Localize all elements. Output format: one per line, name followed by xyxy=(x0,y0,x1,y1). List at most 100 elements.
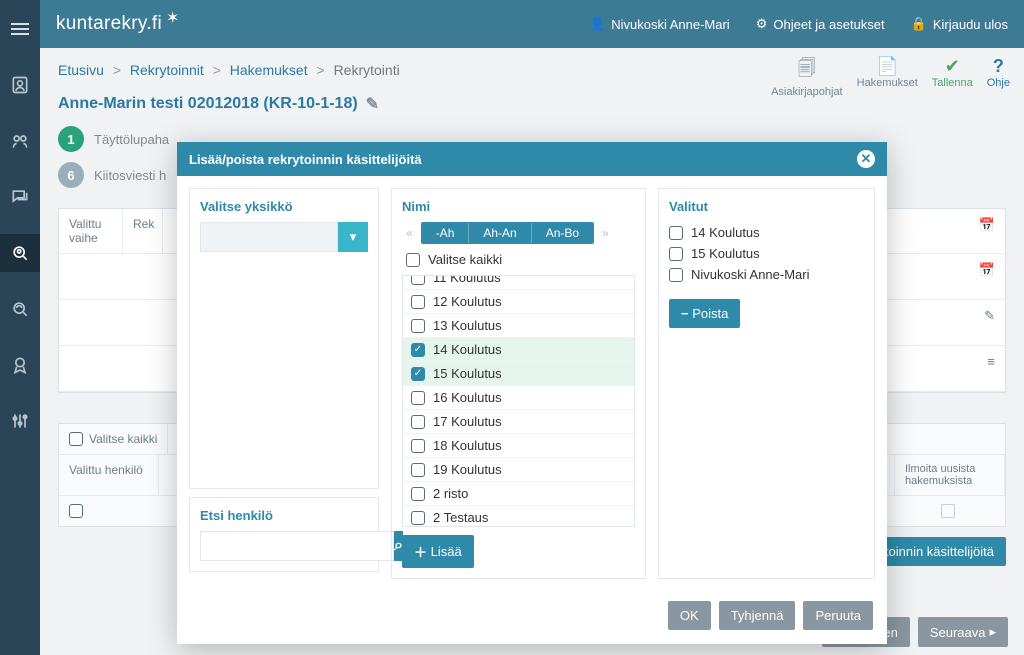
people-row-checkbox[interactable] xyxy=(411,343,425,357)
selected-row[interactable]: 15 Koulutus xyxy=(669,243,864,264)
people-row-checkbox[interactable] xyxy=(411,415,425,429)
people-row[interactable]: 19 Koulutus xyxy=(403,458,634,482)
add-button-label: Lisää xyxy=(431,544,462,559)
select-all-people-checkbox[interactable] xyxy=(406,253,420,267)
pager-segments[interactable]: -Ah Ah-An An-Bo xyxy=(421,222,594,244)
selected-row-label: Nivukoski Anne-Mari xyxy=(691,267,810,282)
people-row[interactable]: 15 Koulutus xyxy=(403,362,634,386)
people-row[interactable]: 18 Koulutus xyxy=(403,434,634,458)
people-row-label: 19 Koulutus xyxy=(433,462,502,477)
remove-button-label: Poista xyxy=(692,306,728,321)
selected-row-checkbox[interactable] xyxy=(669,247,683,261)
sidebar-award-icon[interactable] xyxy=(0,346,40,384)
search-input[interactable] xyxy=(200,531,394,561)
next-button[interactable]: Seuraava ▸ xyxy=(918,617,1008,647)
people-row-checkbox[interactable] xyxy=(411,275,425,285)
modal-header: Lisää/poista rekrytoinnin käsittelijöitä… xyxy=(177,142,887,176)
unit-select-field[interactable] xyxy=(200,222,338,252)
people-row-checkbox[interactable] xyxy=(411,463,425,477)
pager-prev-icon[interactable]: « xyxy=(402,226,417,240)
tool-save[interactable]: ✔ Tallenna xyxy=(932,56,973,98)
selected-row-checkbox[interactable] xyxy=(669,268,683,282)
pager-seg-1[interactable]: Ah-An xyxy=(469,223,531,243)
selected-row-checkbox[interactable] xyxy=(669,226,683,240)
people-row-checkbox[interactable] xyxy=(411,511,425,525)
people-row[interactable]: 2 Testaus xyxy=(403,506,634,527)
pager-seg-0[interactable]: -Ah xyxy=(422,223,470,243)
add-remove-processors-modal: Lisää/poista rekrytoinnin käsittelijöitä… xyxy=(177,142,887,644)
people-row-label: 12 Koulutus xyxy=(433,294,502,309)
unit-select-caret-icon[interactable] xyxy=(338,222,368,252)
pager: « -Ah Ah-An An-Bo » xyxy=(402,222,635,244)
clear-button[interactable]: Tyhjennä xyxy=(719,601,796,630)
tool-applications[interactable]: 📄 Hakemukset xyxy=(857,56,918,98)
user-icon: 👤 xyxy=(589,16,605,32)
ok-button[interactable]: OK xyxy=(668,601,711,630)
select-all-label: Valitse kaikki xyxy=(89,432,157,446)
people-row-checkbox[interactable] xyxy=(411,319,425,333)
people-row-label: 16 Koulutus xyxy=(433,390,502,405)
edit-title-icon[interactable] xyxy=(366,94,379,114)
people-checklist[interactable]: 11 Koulutus 12 Koulutus 13 Koulutus14 Koul… xyxy=(402,275,635,527)
people-row-checkbox[interactable] xyxy=(411,367,425,381)
select-all-checkbox[interactable] xyxy=(69,432,83,446)
sidebar-people-icon[interactable] xyxy=(0,122,40,160)
modal-title: Lisää/poista rekrytoinnin käsittelijöitä xyxy=(189,152,422,167)
step-1-badge: 1 xyxy=(58,126,84,152)
calendar-icon-2[interactable]: 📅 xyxy=(969,254,1005,299)
tool-help-label: Ohje xyxy=(987,77,1010,89)
people-row[interactable]: 14 Koulutus xyxy=(403,338,634,362)
topnav-user-label: Nivukoski Anne-Mari xyxy=(611,17,730,32)
sidebar-search-person-icon[interactable] xyxy=(0,234,40,272)
tool-templates[interactable]: 🗐 Asiakirjapohjat xyxy=(771,56,843,98)
people-row[interactable]: 12 Koulutus xyxy=(403,290,634,314)
plus-icon xyxy=(414,542,427,561)
modal-close-icon[interactable]: ✕ xyxy=(857,150,875,168)
next-label: Seuraava xyxy=(930,625,986,640)
list-row-icon[interactable]: ≡ xyxy=(977,346,1005,391)
tool-help[interactable]: ? Ohje xyxy=(987,56,1010,98)
add-button[interactable]: Lisää xyxy=(402,535,474,568)
people-row[interactable]: 2 risto xyxy=(403,482,634,506)
cancel-button[interactable]: Peruuta xyxy=(803,601,873,630)
calendar-icon[interactable]: 📅 xyxy=(969,209,1005,253)
breadcrumb-applications[interactable]: Hakemukset xyxy=(230,62,308,78)
sidebar-profile-icon[interactable] xyxy=(0,66,40,104)
selected-row[interactable]: 14 Koulutus xyxy=(669,222,864,243)
pencil-row-icon[interactable]: ✎ xyxy=(974,300,1005,345)
page-toolbar: 🗐 Asiakirjapohjat 📄 Hakemukset ✔ Tallenn… xyxy=(771,56,1010,98)
col-unit: Valitse yksikkö Etsi henkilö xyxy=(189,188,379,579)
sidebar-search-refresh-icon[interactable] xyxy=(0,290,40,328)
documents-icon: 🗐 xyxy=(771,56,843,86)
selected-row[interactable]: Nivukoski Anne-Mari xyxy=(669,264,864,285)
sidebar-chat-icon[interactable] xyxy=(0,178,40,216)
nimi-section-title: Nimi xyxy=(402,199,635,214)
notify-checkbox[interactable] xyxy=(941,504,955,518)
people-row[interactable]: 17 Koulutus xyxy=(403,410,634,434)
breadcrumb-recruitments[interactable]: Rekrytoinnit xyxy=(130,62,204,78)
topnav-user[interactable]: 👤 Nivukoski Anne-Mari xyxy=(589,16,730,32)
people-row-label: 18 Koulutus xyxy=(433,438,502,453)
people-row[interactable]: 11 Koulutus xyxy=(403,275,634,290)
pager-seg-2[interactable]: An-Bo xyxy=(532,223,593,243)
hamburger-icon[interactable] xyxy=(0,10,40,48)
people-row-checkbox[interactable] xyxy=(411,487,425,501)
sidebar-sliders-icon[interactable] xyxy=(0,402,40,440)
pager-next-icon[interactable]: » xyxy=(598,226,613,240)
people-row[interactable]: 16 Koulutus xyxy=(403,386,634,410)
brand-logo[interactable]: kuntarekry.fi ✶ xyxy=(56,13,180,35)
breadcrumb-home[interactable]: Etusivu xyxy=(58,62,104,78)
people-row-checkbox[interactable] xyxy=(411,391,425,405)
step-6-badge: 6 xyxy=(58,162,84,188)
top-nav: 👤 Nivukoski Anne-Mari ⚙ Ohjeet ja asetuk… xyxy=(589,16,1008,32)
select-all-people-label: Valitse kaikki xyxy=(428,252,502,267)
people-row-checkbox[interactable] xyxy=(411,295,425,309)
col-rek: Rek xyxy=(123,209,163,253)
brand-star-icon: ✶ xyxy=(166,8,180,28)
people-row-checkbox[interactable] xyxy=(411,439,425,453)
topnav-logout[interactable]: 🔒 Kirjaudu ulos xyxy=(911,16,1008,32)
remove-button[interactable]: Poista xyxy=(669,299,740,328)
person-row-checkbox[interactable] xyxy=(69,504,83,518)
topnav-settings[interactable]: ⚙ Ohjeet ja asetukset xyxy=(756,16,885,32)
people-row[interactable]: 13 Koulutus xyxy=(403,314,634,338)
